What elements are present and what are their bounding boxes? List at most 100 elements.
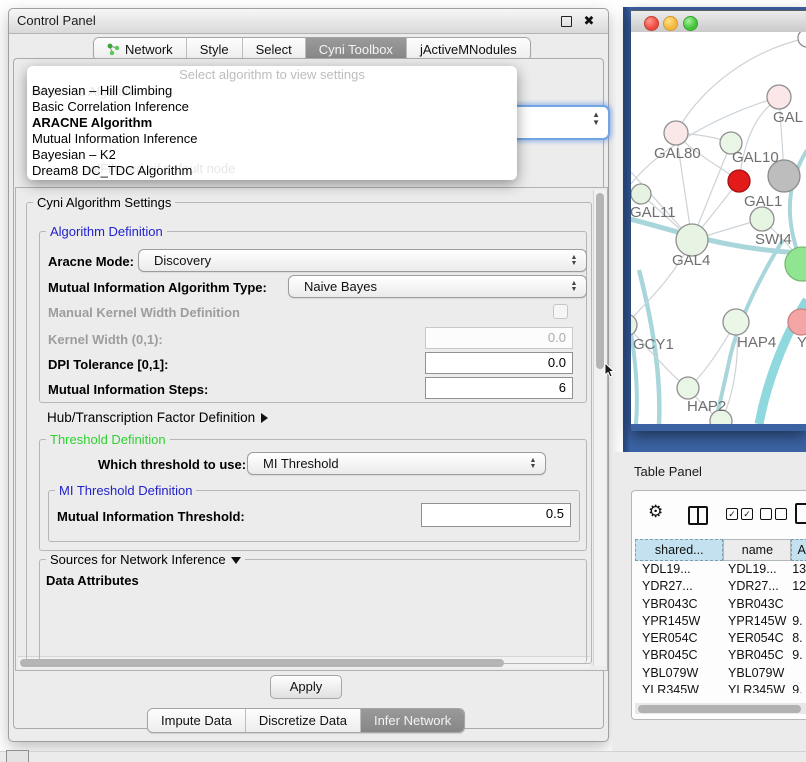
algorithm-option[interactable]: Bayesian – Hill Climbing [27,83,517,99]
bottom-tab-bar: Impute DataDiscretize DataInfer Network [147,708,465,733]
document-icon[interactable] [795,503,806,524]
node-label-swi4: SWI4 [755,231,792,248]
table-card: ⚙ ✓✓ shared...nameA YDL19...YDL19...13YD… [631,490,806,720]
gear-icon[interactable]: ⚙ [648,502,663,522]
algorithm-option[interactable]: Basic Correlation Inference [27,99,517,115]
mi-algorithm-type-value: Naive Bayes [304,279,377,294]
combo-stepper-icon: ▲▼ [592,111,600,127]
apply-button[interactable]: Apply [270,675,342,699]
table-row[interactable]: YBR043CYBR043C [635,596,806,613]
network-icon [107,43,120,56]
aracne-mode-value: Discovery [154,253,211,268]
mi-threshold-definition-title: MI Threshold Definition [55,483,196,498]
node-gal[interactable] [767,85,791,109]
table-row[interactable]: YLR345WYLR345W9. [635,682,806,693]
node-gal11[interactable] [631,184,651,204]
combo-stepper-icon: ▲▼ [568,276,580,297]
manual-kernel-width-label: Manual Kernel Width Definition [48,305,240,320]
tab-network[interactable]: Network [94,38,187,60]
node-label-gal10: GAL10 [732,149,779,166]
table-cell: YDR27... [635,578,724,595]
table-cell [792,596,806,613]
tab-select[interactable]: Select [243,38,306,60]
dpi-tolerance-field[interactable]: 0.0 [425,352,573,374]
algorithm-option[interactable]: ARACNE Algorithm [27,115,517,131]
manual-kernel-width-checkbox[interactable] [553,304,568,319]
settings-vertical-scrollbar[interactable] [593,190,606,666]
control-panel-window: Control Panel ✖ NetworkStyleSelectCyni T… [8,8,609,742]
algorithm-option[interactable]: Bayesian – K2 [27,147,517,163]
combo-stepper-icon: ▲▼ [527,453,539,474]
table-row[interactable]: YDL19...YDL19...13 [635,561,806,578]
columns-icon[interactable] [688,506,708,525]
float-window-icon[interactable] [561,16,572,27]
control-panel-titlebar[interactable]: Control Panel ✖ [9,9,608,34]
zoom-traffic-light-icon[interactable] [683,16,698,31]
table-cell: YLR345W [724,682,792,693]
screen: Control Panel ✖ NetworkStyleSelectCyni T… [0,0,806,762]
algorithm-option[interactable]: Dream8 DC_TDC Algorithm [27,163,517,179]
cyni-algorithm-settings-title: Cyni Algorithm Settings [33,195,175,210]
table-horizontal-scrollbar[interactable] [635,703,806,714]
node-gal1[interactable] [728,170,750,192]
column-header-shared[interactable]: shared... [635,539,723,561]
tab-cyni-toolbox[interactable]: Cyni Toolbox [306,38,407,60]
tab-jactivemnodules[interactable]: jActiveMNodules [407,38,530,60]
mi-algorithm-type-combobox[interactable]: Naive Bayes ▲▼ [288,275,587,298]
table-cell: YBR045C [635,647,724,664]
table-row[interactable]: YPR145WYPR145W9. [635,613,806,630]
table-cell: 9. [792,682,806,693]
node-label-gal: GAL [773,109,803,126]
table-row[interactable]: YER054CYER054C8. [635,630,806,647]
table-header-row: shared...nameA [635,539,806,561]
bottom-left-widget-icon[interactable] [6,750,29,762]
node-gal80[interactable] [664,121,688,145]
table-row[interactable]: YBR045CYBR045C9. [635,647,806,664]
mi-algorithm-type-label: Mutual Information Algorithm Type: [48,280,267,295]
kernel-width-field[interactable]: 0.0 [425,327,573,349]
network-window-titlebar[interactable] [631,10,806,34]
which-threshold-combobox[interactable]: MI Threshold ▲▼ [247,452,546,475]
table-cell: YDR27... [724,578,792,595]
table-cell: YER054C [724,630,792,647]
algorithm-combobox-fragment[interactable]: ▲▼ [515,105,610,140]
table-row[interactable]: YDR27...YDR27...12 [635,578,806,595]
select-all-checkboxes-icon[interactable]: ✓✓ [726,508,753,520]
clear-checkboxes-icon[interactable] [760,508,787,520]
table-panel-title: Table Panel [634,464,702,479]
close-traffic-light-icon[interactable] [644,16,659,31]
algorithm-dropdown-popup: Select algorithm to view settings Bayesi… [27,66,517,180]
algorithm-option[interactable]: Mutual Information Inference [27,131,517,147]
minimize-traffic-light-icon[interactable] [663,16,678,31]
table-cell: YDL19... [724,561,792,578]
dpi-tolerance-label: DPI Tolerance [0,1]: [48,357,168,372]
bottom-tab-discretize-data[interactable]: Discretize Data [246,709,361,732]
sources-toggle[interactable]: Sources for Network Inference [46,552,245,567]
table-cell: 8. [792,630,806,647]
column-header-A[interactable]: A [791,539,806,561]
mi-steps-field[interactable]: 6 [425,377,573,399]
node-label-gcy1: GCY1 [633,336,674,353]
algorithm-definition-title: Algorithm Definition [46,224,167,239]
node-hap4[interactable] [723,309,749,335]
bottom-tab-infer-network[interactable]: Infer Network [361,709,464,732]
table-rows: YDL19...YDL19...13YDR27...YDR27...12YBR0… [635,561,806,693]
node-swi4[interactable] [750,207,774,231]
bottom-tab-impute-data[interactable]: Impute Data [148,709,246,732]
node-hap2[interactable] [677,377,699,399]
hub-definition-toggle[interactable]: Hub/Transcription Factor Definition [47,410,268,425]
algorithm-dropdown-items: Bayesian – Hill ClimbingBasic Correlatio… [27,83,517,180]
tab-style[interactable]: Style [187,38,243,60]
aracne-mode-combobox[interactable]: Discovery ▲▼ [138,249,587,272]
node[interactable] [798,32,806,47]
column-header-name[interactable]: name [723,539,791,561]
table-cell: YLR345W [635,682,724,693]
algorithm-definition-group: Algorithm Definition Aracne Mode: Discov… [39,231,587,403]
network-canvas[interactable]: GALGAL80GAL10GAL1GAL11SWI4GAL4GCY1HAP4YH… [631,32,806,424]
node-gcy1[interactable] [631,314,637,336]
mi-threshold-field[interactable]: 0.5 [421,503,571,527]
close-window-icon[interactable]: ✖ [583,15,595,27]
table-row[interactable]: YBL079WYBL079W [635,665,806,682]
node-label-gal1: GAL1 [744,193,782,210]
node-label-hap2: HAP2 [687,398,726,415]
